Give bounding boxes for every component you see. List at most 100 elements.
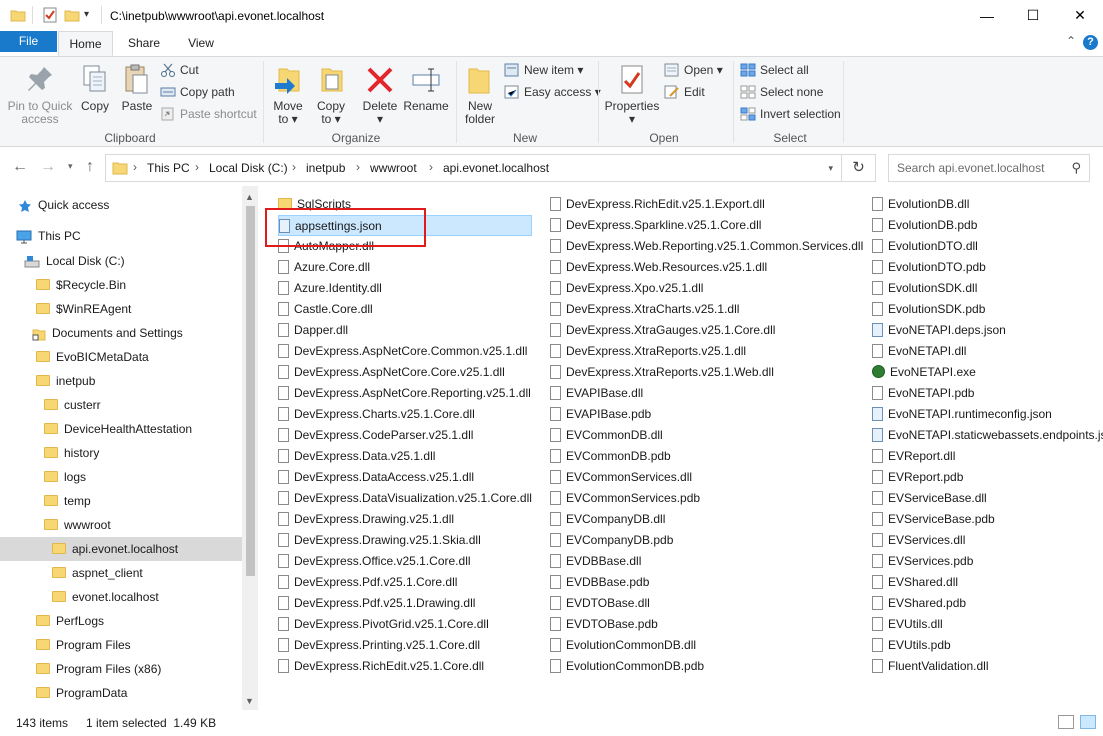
file-item[interactable]: EVServiceBase.pdb	[872, 509, 995, 530]
search-input[interactable]: Search api.evonet.localhost ⚲	[888, 154, 1090, 182]
scrollbar-thumb[interactable]	[246, 206, 255, 576]
select-none-button[interactable]: Select none	[740, 83, 823, 103]
file-item[interactable]: DevExpress.Drawing.v25.1.Skia.dll	[278, 530, 481, 551]
recent-locations-chevron-icon[interactable]: ▾	[68, 161, 73, 172]
new-item-button[interactable]: New item ▾	[504, 61, 583, 81]
breadcrumb-separator-icon[interactable]: ›	[292, 160, 296, 174]
file-item[interactable]: EVDBBase.pdb	[550, 572, 649, 593]
file-item[interactable]: DevExpress.PivotGrid.v25.1.Core.dll	[278, 614, 489, 635]
file-item[interactable]: DevExpress.XtraReports.v25.1.dll	[550, 341, 746, 362]
file-item[interactable]: EVDTOBase.dll	[550, 593, 650, 614]
nav-item[interactable]: $WinREAgent	[0, 297, 242, 321]
file-item[interactable]: EVServices.dll	[872, 530, 965, 551]
file-item[interactable]: EVUtils.dll	[872, 614, 943, 635]
file-item[interactable]: DevExpress.AspNetCore.Core.v25.1.dll	[278, 362, 505, 383]
file-item[interactable]: EVServiceBase.dll	[872, 488, 987, 509]
file-item[interactable]: DevExpress.XtraReports.v25.1.Web.dll	[550, 362, 774, 383]
file-item[interactable]: Castle.Core.dll	[278, 299, 373, 320]
tab-view[interactable]: View	[176, 31, 226, 56]
file-item[interactable]: DevExpress.DataAccess.v25.1.dll	[278, 467, 474, 488]
file-item[interactable]: DevExpress.AspNetCore.Reporting.v25.1.dl…	[278, 383, 531, 404]
collapse-ribbon-icon[interactable]: ⌃	[1066, 34, 1076, 48]
nav-item[interactable]: custerr	[0, 393, 242, 417]
file-item[interactable]: EVCompanyDB.pdb	[550, 530, 673, 551]
breadcrumb-inetpub[interactable]: inetpub	[306, 161, 345, 175]
file-item[interactable]: EVCommonDB.pdb	[550, 446, 671, 467]
file-item[interactable]: DevExpress.Pdf.v25.1.Core.dll	[278, 572, 457, 593]
file-item[interactable]: EVDBBase.dll	[550, 551, 641, 572]
file-item[interactable]: DevExpress.CodeParser.v25.1.dll	[278, 425, 473, 446]
scroll-up-arrow-icon[interactable]: ▲	[245, 192, 254, 202]
nav-item[interactable]: PerfLogs	[0, 609, 242, 633]
file-item[interactable]: EvolutionSDK.dll	[872, 278, 977, 299]
file-item[interactable]: EvolutionCommonDB.pdb	[550, 656, 704, 677]
nav-item[interactable]: Program Files (x86)	[0, 657, 242, 681]
pin-to-quick-access-button[interactable]: Pin to Quick access	[6, 61, 74, 126]
nav-item[interactable]: EvoBICMetaData	[0, 345, 242, 369]
properties-button[interactable]: Properties ▾	[604, 61, 660, 126]
nav-item[interactable]: DeviceHealthAttestation	[0, 417, 242, 441]
file-item[interactable]: EvoNETAPI.deps.json	[872, 320, 1006, 341]
breadcrumb-wwwroot[interactable]: wwwroot	[370, 161, 417, 175]
copy-button[interactable]: Copy	[76, 61, 114, 113]
file-item[interactable]: DevExpress.Pdf.v25.1.Drawing.dll	[278, 593, 475, 614]
nav-item[interactable]: ProgramData	[0, 681, 242, 705]
breadcrumb-separator-icon[interactable]: ›	[133, 160, 137, 174]
file-item[interactable]: Azure.Identity.dll	[278, 278, 382, 299]
breadcrumb-separator-icon[interactable]: ›	[195, 160, 199, 174]
nav-item[interactable]: Quick access	[0, 193, 242, 217]
up-arrow-icon[interactable]: ↑	[86, 158, 94, 176]
nav-item[interactable]: api.evonet.localhost	[0, 537, 242, 561]
tab-home[interactable]: Home	[58, 31, 113, 56]
details-view-icon[interactable]	[1058, 715, 1074, 729]
file-item[interactable]: DevExpress.Web.Reporting.v25.1.Common.Se…	[550, 236, 863, 257]
address-bar[interactable]: › This PC › Local Disk (C:) › inetpub › …	[105, 154, 842, 182]
move-to-button[interactable]: Move to ▾	[268, 61, 308, 126]
nav-item[interactable]: evonet.localhost	[0, 585, 242, 609]
file-item[interactable]: DevExpress.AspNetCore.Common.v25.1.dll	[278, 341, 527, 362]
tab-share[interactable]: Share	[118, 31, 170, 56]
file-item[interactable]: Azure.Core.dll	[278, 257, 370, 278]
back-arrow-icon[interactable]: ←	[12, 158, 28, 176]
file-item[interactable]: EVAPIBase.dll	[550, 383, 643, 404]
file-item[interactable]: DevExpress.XtraCharts.v25.1.dll	[550, 299, 739, 320]
file-item[interactable]: DevExpress.Office.v25.1.Core.dll	[278, 551, 471, 572]
delete-button[interactable]: Delete ▾	[360, 61, 400, 126]
file-item[interactable]: EvoNETAPI.exe	[872, 362, 976, 383]
file-item[interactable]: Dapper.dll	[278, 320, 348, 341]
breadcrumb-local-disk[interactable]: Local Disk (C:)	[209, 161, 288, 175]
file-item[interactable]: EvolutionSDK.pdb	[872, 299, 985, 320]
customize-toolbar-icon[interactable]: ▾	[84, 9, 100, 25]
file-item[interactable]: EVCommonServices.dll	[550, 467, 692, 488]
file-item[interactable]: DevExpress.RichEdit.v25.1.Export.dll	[550, 194, 765, 215]
nav-item[interactable]: temp	[0, 489, 242, 513]
nav-item[interactable]: Local Disk (C:)	[0, 249, 242, 273]
file-item[interactable]: EvolutionDTO.pdb	[872, 257, 986, 278]
properties-icon[interactable]	[42, 7, 58, 23]
file-item[interactable]: EVReport.pdb	[872, 467, 963, 488]
file-item[interactable]: EVUtils.pdb	[872, 635, 951, 656]
open-button[interactable]: Open ▾	[664, 61, 723, 81]
file-item[interactable]: EvolutionCommonDB.dll	[550, 635, 696, 656]
file-item[interactable]: EvoNETAPI.runtimeconfig.json	[872, 404, 1052, 425]
nav-item[interactable]: wwwroot	[0, 513, 242, 537]
file-item[interactable]: DevExpress.Charts.v25.1.Core.dll	[278, 404, 475, 425]
nav-item[interactable]: inetpub	[0, 369, 242, 393]
file-item[interactable]: EVShared.pdb	[872, 593, 966, 614]
nav-item[interactable]: $Recycle.Bin	[0, 273, 242, 297]
breadcrumb-api-evonet-localhost[interactable]: api.evonet.localhost	[443, 161, 549, 175]
rename-button[interactable]: Rename	[403, 61, 449, 113]
help-icon[interactable]: ?	[1083, 35, 1098, 50]
file-item[interactable]: EvoNETAPI.dll	[872, 341, 966, 362]
file-item[interactable]: EVCommonServices.pdb	[550, 488, 700, 509]
new-folder-icon[interactable]	[64, 7, 80, 23]
file-item[interactable]: DevExpress.Xpo.v25.1.dll	[550, 278, 703, 299]
tab-file[interactable]: File	[0, 31, 57, 52]
copy-to-button[interactable]: Copy to ▾	[311, 61, 351, 126]
nav-item[interactable]: history	[0, 441, 242, 465]
copy-path-button[interactable]: Copy path	[160, 83, 235, 103]
breadcrumb-separator-icon[interactable]: ›	[429, 160, 433, 174]
file-item[interactable]: EVServices.pdb	[872, 551, 973, 572]
file-item[interactable]: EvolutionDB.pdb	[872, 215, 977, 236]
paste-button[interactable]: Paste	[118, 61, 156, 113]
